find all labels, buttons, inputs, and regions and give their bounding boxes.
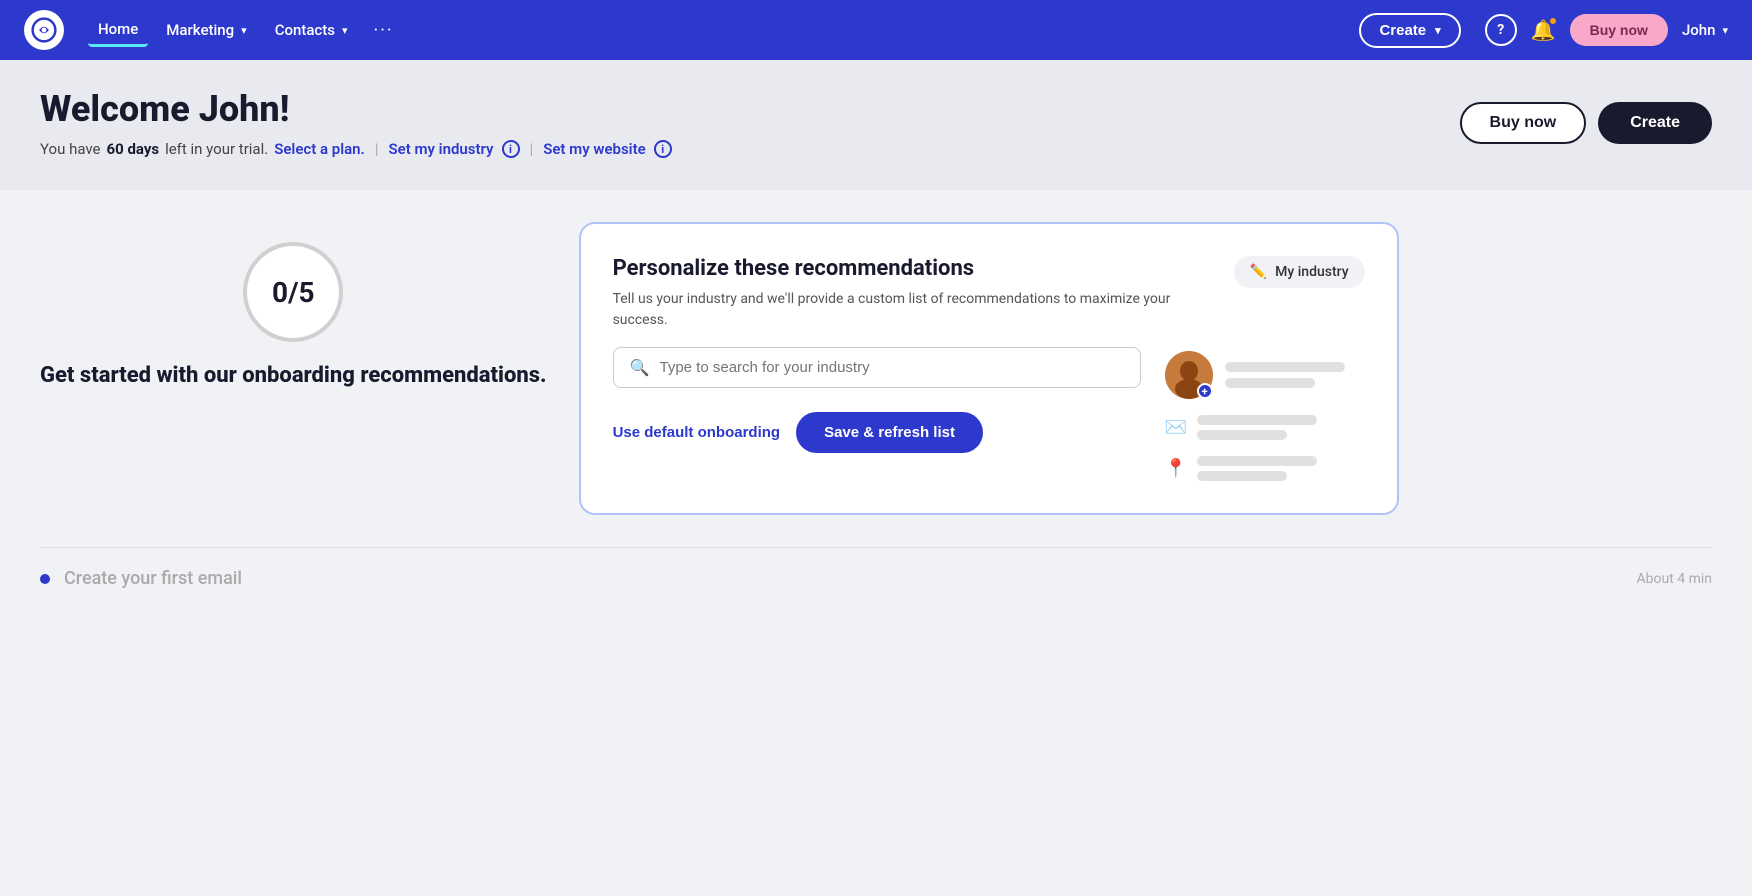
- my-industry-badge[interactable]: ✏️ My industry: [1234, 256, 1365, 288]
- chevron-down-icon: ▾: [241, 24, 247, 37]
- header-left: Welcome John! You have 60 days left in y…: [40, 88, 672, 158]
- preview-location-row: 📍: [1165, 456, 1317, 481]
- card-top: Personalize these recommendations Tell u…: [613, 256, 1365, 331]
- nav-home[interactable]: Home: [88, 14, 148, 47]
- progress-circle: 0/5: [243, 242, 343, 342]
- card-body: 🔍 Use default onboarding Save & refresh …: [613, 347, 1365, 481]
- list-item-title: Create your first email: [64, 568, 242, 589]
- skeleton-line: [1197, 471, 1287, 481]
- website-info-icon[interactable]: i: [654, 140, 672, 158]
- dot-icon: [40, 574, 50, 584]
- skeleton-email-lines: [1197, 415, 1317, 440]
- notification-dot: [1548, 16, 1558, 26]
- nav-contacts[interactable]: Contacts ▾: [265, 15, 358, 45]
- card-actions: Use default onboarding Save & refresh li…: [613, 412, 1141, 453]
- main-content: 0/5 Get started with our onboarding reco…: [0, 190, 1752, 547]
- app-logo[interactable]: [24, 10, 64, 50]
- nav-right-actions: ? 🔔 Buy now John ▾: [1485, 14, 1728, 46]
- skeleton-location-lines: [1197, 456, 1317, 481]
- chevron-down-icon: ▾: [342, 24, 348, 37]
- user-menu[interactable]: John ▾: [1682, 21, 1728, 39]
- industry-search-box[interactable]: 🔍: [613, 347, 1141, 388]
- preview-avatar-row: +: [1165, 351, 1345, 399]
- my-industry-label: My industry: [1275, 264, 1348, 280]
- card-form: 🔍 Use default onboarding Save & refresh …: [613, 347, 1141, 481]
- header-buy-now-button[interactable]: Buy now: [1460, 102, 1587, 144]
- skeleton-line: [1197, 456, 1317, 466]
- progress-label: Get started with our onboarding recommen…: [40, 362, 547, 391]
- progress-section: 0/5 Get started with our onboarding reco…: [40, 222, 547, 391]
- industry-info-icon[interactable]: i: [502, 140, 520, 158]
- set-industry-link[interactable]: Set my industry: [388, 140, 493, 158]
- card-title: Personalize these recommendations: [613, 256, 1173, 281]
- email-icon: ✉️: [1165, 417, 1185, 438]
- skeleton-line: [1197, 430, 1287, 440]
- avatar-wrap: +: [1165, 351, 1213, 399]
- trial-info: You have 60 days left in your trial. Sel…: [40, 140, 672, 158]
- location-icon: 📍: [1165, 458, 1185, 479]
- search-icon: 🔍: [630, 358, 650, 377]
- list-item[interactable]: Create your first email About 4 min: [40, 547, 1712, 609]
- pencil-icon: ✏️: [1250, 264, 1267, 280]
- card-preview: + ✉️ 📍: [1165, 347, 1365, 481]
- nav-buy-now-button[interactable]: Buy now: [1570, 14, 1668, 46]
- header-section: Welcome John! You have 60 days left in y…: [0, 60, 1752, 190]
- recommendations-card: Personalize these recommendations Tell u…: [579, 222, 1399, 515]
- save-refresh-button[interactable]: Save & refresh list: [796, 412, 983, 453]
- set-website-link[interactable]: Set my website: [543, 140, 646, 158]
- list-item-left: Create your first email: [40, 568, 242, 589]
- header-right-actions: Buy now Create: [1460, 102, 1712, 144]
- chevron-down-icon: ▾: [1722, 24, 1728, 37]
- skeleton-name-lines: [1225, 362, 1345, 388]
- nav-marketing[interactable]: Marketing ▾: [156, 15, 256, 45]
- notifications-button[interactable]: 🔔: [1531, 18, 1556, 42]
- skeleton-line: [1225, 362, 1345, 372]
- help-button[interactable]: ?: [1485, 14, 1517, 46]
- list-item-time: About 4 min: [1636, 571, 1712, 587]
- skeleton-line: [1197, 415, 1317, 425]
- skeleton-line: [1225, 378, 1315, 388]
- navbar: Home Marketing ▾ Contacts ▾ ··· Create ▾…: [0, 0, 1752, 60]
- card-header: Personalize these recommendations Tell u…: [613, 256, 1173, 331]
- industry-search-input[interactable]: [659, 359, 1123, 376]
- preview-email-row: ✉️: [1165, 415, 1317, 440]
- header-create-button[interactable]: Create: [1598, 102, 1712, 144]
- nav-more[interactable]: ···: [366, 14, 402, 47]
- bottom-section: Create your first email About 4 min: [0, 547, 1752, 609]
- select-plan-link[interactable]: Select a plan.: [274, 140, 365, 158]
- page-title: Welcome John!: [40, 88, 672, 130]
- trial-days: 60 days: [107, 140, 160, 158]
- card-subtitle: Tell us your industry and we'll provide …: [613, 289, 1173, 331]
- avatar-plus-icon: +: [1197, 383, 1213, 399]
- nav-create-button[interactable]: Create ▾: [1359, 13, 1460, 48]
- use-default-button[interactable]: Use default onboarding: [613, 424, 781, 441]
- chevron-down-icon: ▾: [1435, 24, 1441, 37]
